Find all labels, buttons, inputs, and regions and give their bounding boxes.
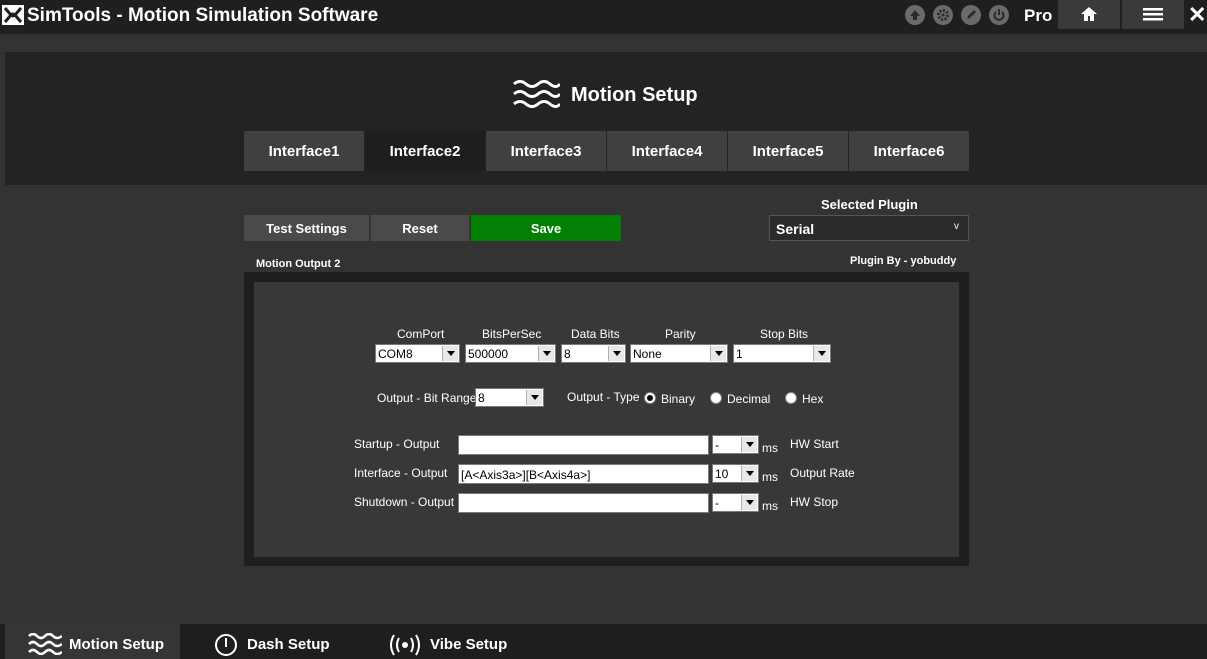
interface-output-value: [A<Axis3a>][B<Axis4a>] — [461, 468, 591, 482]
chevron-down-icon[interactable] — [526, 390, 542, 405]
decimal-radio[interactable] — [710, 392, 722, 404]
stop-bits-label: Stop Bits — [760, 327, 809, 341]
edition-label: Pro — [1024, 6, 1053, 25]
stop-bits-value: 1 — [736, 347, 743, 361]
binary-label: Binary — [661, 392, 696, 406]
output-rate-value: 10 — [715, 467, 729, 481]
power-icon[interactable] — [989, 5, 1009, 25]
home-button[interactable] — [1058, 0, 1120, 29]
waves-icon — [513, 80, 560, 108]
shutdown-ms-unit: ms — [762, 499, 778, 513]
edit-pencil-icon[interactable] — [961, 5, 981, 25]
comport-select[interactable]: COM8 — [375, 344, 460, 363]
plugin-author: Plugin By - yobuddy — [850, 255, 957, 267]
interface-output-label: Interface - Output — [354, 466, 448, 480]
chevron-down-icon[interactable] — [741, 466, 757, 481]
startup-output-label: Startup - Output — [354, 437, 440, 451]
hw-start-label: HW Start — [790, 437, 839, 451]
decimal-label: Decimal — [727, 392, 771, 406]
bits-per-sec-select[interactable]: 500000 — [465, 344, 556, 363]
shutdown-ms-select[interactable]: - — [712, 493, 759, 512]
output-type-label: Output - Type — [567, 390, 640, 404]
nav-vibe-setup-label: Vibe Setup — [430, 636, 508, 653]
bottom-nav — [0, 624, 1207, 659]
parity-label: Parity — [665, 327, 696, 341]
chevron-down-icon[interactable] — [813, 346, 829, 361]
output-rate-select[interactable]: 10 — [712, 464, 759, 483]
data-bits-select[interactable]: 8 — [561, 344, 626, 363]
gauge-icon — [215, 634, 237, 656]
app-title: SimTools - Motion Simulation Software — [27, 5, 379, 26]
selected-plugin-label: Selected Plugin — [821, 197, 918, 212]
waves-icon — [28, 633, 62, 655]
data-bits-value: 8 — [564, 347, 571, 361]
interface-output-input[interactable]: [A<Axis3a>][B<Axis4a>] — [458, 464, 709, 484]
hamburger-menu-icon — [1143, 8, 1163, 21]
output-rate-label: Output Rate — [790, 466, 855, 480]
shutdown-output-input[interactable] — [458, 493, 709, 513]
chevron-down-icon[interactable] — [741, 495, 757, 510]
arrow-up-icon[interactable] — [905, 5, 925, 25]
chevron-down-icon[interactable] — [608, 346, 624, 361]
plugin-select[interactable]: Serial v — [769, 215, 969, 241]
tab-interface6[interactable]: Interface6 — [849, 131, 969, 171]
hex-label: Hex — [802, 392, 824, 406]
plugin-select-value: Serial — [776, 221, 815, 237]
binary-radio[interactable] — [644, 392, 656, 404]
parity-select[interactable]: None — [630, 344, 728, 363]
tab-interface3[interactable]: Interface3 — [486, 131, 606, 171]
close-button[interactable]: ✕ — [1188, 2, 1206, 28]
bit-range-label: Output - Bit Range — [377, 391, 477, 405]
save-button[interactable]: Save — [471, 215, 621, 241]
output-settings-area — [254, 282, 959, 557]
chevron-down-icon[interactable] — [442, 346, 458, 361]
hw-stop-label: HW Stop — [790, 495, 839, 509]
hex-radio[interactable] — [785, 392, 797, 404]
bit-range-value: 8 — [478, 391, 485, 405]
nav-motion-setup-label: Motion Setup — [69, 636, 164, 653]
nav-dash-setup-label: Dash Setup — [247, 636, 330, 653]
tab-interface2[interactable]: Interface2 — [365, 131, 485, 171]
menu-button[interactable] — [1122, 0, 1184, 29]
tab-interface5[interactable]: Interface5 — [728, 131, 848, 171]
chevron-down-icon[interactable] — [538, 346, 554, 361]
chevron-down-icon[interactable] — [710, 346, 726, 361]
bits-per-sec-label: BitsPerSec — [482, 327, 542, 341]
output-title: Motion Output 2 — [256, 258, 341, 270]
comport-value: COM8 — [378, 347, 413, 361]
stop-bits-select[interactable]: 1 — [733, 344, 831, 363]
home-icon — [1081, 7, 1097, 21]
bit-range-select[interactable]: 8 — [475, 388, 544, 407]
output-rate-unit: ms — [762, 470, 778, 484]
data-bits-label: Data Bits — [571, 327, 620, 341]
bits-per-sec-value: 500000 — [468, 347, 509, 361]
startup-ms-select[interactable]: - — [712, 435, 759, 454]
startup-ms-value: - — [715, 438, 719, 452]
simtools-logo-icon — [2, 5, 24, 25]
page-title: Motion Setup — [571, 84, 698, 106]
startup-ms-unit: ms — [762, 441, 778, 455]
tab-interface1[interactable]: Interface1 — [244, 131, 364, 171]
test-settings-button[interactable]: Test Settings — [244, 215, 369, 241]
interface-tabs: Interface1 Interface2 Interface3 Interfa… — [244, 131, 970, 171]
startup-output-input[interactable] — [458, 435, 709, 455]
comport-label: ComPort — [397, 327, 445, 341]
reset-button[interactable]: Reset — [371, 215, 469, 241]
shutdown-output-label: Shutdown - Output — [354, 495, 455, 509]
settings-cog-icon[interactable] — [933, 5, 953, 25]
tab-interface4[interactable]: Interface4 — [607, 131, 727, 171]
chevron-down-icon[interactable] — [741, 437, 757, 452]
vibration-icon — [390, 634, 420, 656]
chevron-down-icon: v — [954, 221, 959, 232]
shutdown-ms-value: - — [715, 496, 719, 510]
parity-value: None — [633, 347, 662, 361]
